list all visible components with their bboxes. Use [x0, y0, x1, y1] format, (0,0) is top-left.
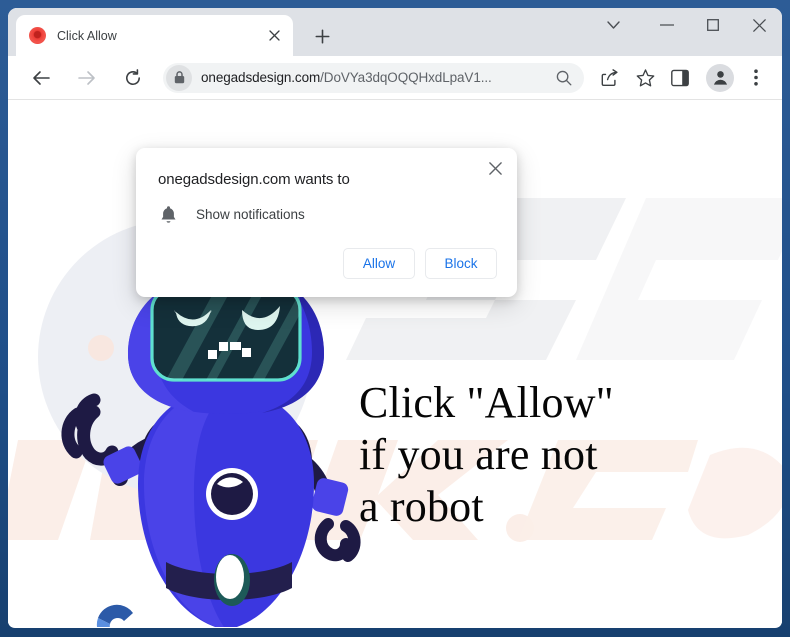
dialog-close-button[interactable]	[481, 154, 509, 182]
window-controls	[590, 8, 782, 56]
star-icon	[636, 68, 654, 86]
red-circle-favicon	[29, 27, 46, 44]
close-icon	[752, 18, 766, 32]
tab-close-button[interactable]	[263, 25, 285, 47]
notification-permission-dialog: onegadsdesign.com wants to Show notifica…	[136, 148, 517, 297]
minimize-button[interactable]	[644, 8, 690, 42]
page-content: Click "Allow" if you are not a robot E-C…	[8, 100, 782, 627]
share-icon	[601, 68, 618, 86]
allow-button[interactable]: Allow	[343, 248, 415, 279]
site-info-button[interactable]	[166, 64, 192, 91]
close-icon	[488, 161, 502, 175]
browser-tab[interactable]: Click Allow	[16, 15, 293, 56]
maximize-icon	[707, 19, 719, 31]
tab-strip: Click Allow	[8, 8, 782, 56]
tab-title: Click Allow	[57, 28, 117, 43]
reload-button[interactable]	[117, 62, 149, 94]
forward-button[interactable]	[71, 62, 103, 94]
url-text: onegadsdesign.com/DoVYa3dqOQQHxdLpaV1...	[201, 70, 552, 85]
three-dot-menu-icon	[754, 69, 758, 86]
os-window-frame: Click Allow onegadsdesign.com/DoVYa3dqOQ…	[0, 0, 790, 637]
side-panel-icon	[671, 69, 689, 86]
lock-icon	[174, 71, 184, 84]
arrow-right-icon	[78, 70, 95, 85]
reload-icon	[126, 68, 141, 85]
url-host: onegadsdesign.com	[201, 70, 321, 85]
bell-icon	[158, 203, 178, 225]
bookmark-button[interactable]	[630, 63, 660, 93]
permission-label: Show notifications	[196, 206, 305, 222]
profile-avatar-button[interactable]	[706, 63, 734, 92]
search-zoom-icon	[556, 70, 572, 85]
chevron-down-icon	[606, 20, 620, 29]
back-button[interactable]	[25, 62, 57, 94]
maximize-button[interactable]	[690, 8, 736, 42]
url-path: /DoVYa3dqOQQHxdLpaV1...	[320, 70, 492, 85]
e-captcha-logo-icon	[96, 604, 133, 627]
dialog-actions: Allow Block	[136, 225, 517, 297]
browser-window: Click Allow onegadsdesign.com/DoVYa3dqOQ…	[8, 8, 782, 628]
browser-toolbar: onegadsdesign.com/DoVYa3dqOQQHxdLpaV1...	[8, 56, 782, 100]
dialog-title: onegadsdesign.com wants to	[158, 171, 350, 188]
dialog-permission-row: Show notifications	[136, 188, 517, 225]
address-bar[interactable]: onegadsdesign.com/DoVYa3dqOQQHxdLpaV1...	[163, 62, 584, 93]
minimize-icon	[660, 24, 674, 26]
page-title: Click "Allow" if you are not a robot	[359, 378, 614, 531]
arrow-left-icon	[33, 70, 50, 85]
plus-icon	[315, 29, 329, 43]
tab-search-button[interactable]	[590, 8, 636, 42]
zoom-level-button[interactable]	[552, 66, 576, 90]
share-button[interactable]	[595, 63, 625, 93]
new-tab-button[interactable]	[308, 22, 336, 50]
block-button[interactable]: Block	[425, 248, 497, 279]
close-icon	[268, 30, 280, 41]
close-window-button[interactable]	[736, 8, 782, 42]
profile-avatar-icon	[713, 71, 727, 85]
browser-menu-button[interactable]	[741, 63, 771, 93]
side-panel-button[interactable]	[665, 63, 695, 93]
